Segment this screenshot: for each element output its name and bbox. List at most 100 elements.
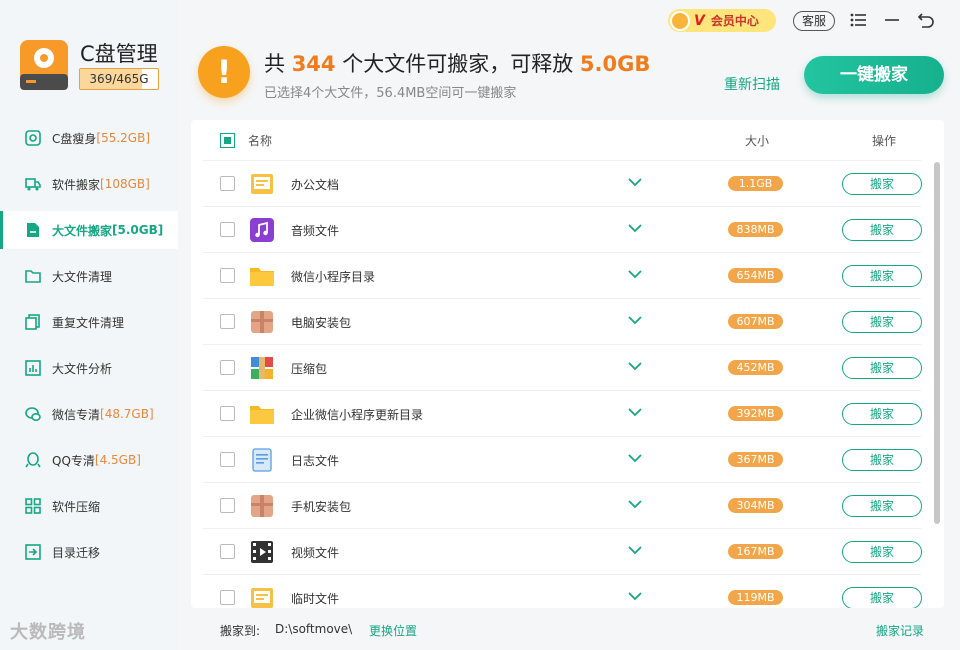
- file-name: 微信小程序目录: [291, 270, 376, 284]
- chevron-down-icon[interactable]: [627, 590, 643, 602]
- move-record-link[interactable]: 搬家记录: [876, 622, 924, 639]
- move-button[interactable]: 搬家: [842, 173, 922, 195]
- sidebar-item-8[interactable]: 软件压缩: [0, 487, 178, 525]
- folder-icon: [250, 406, 274, 424]
- size-badge: 607MB: [728, 314, 783, 329]
- back-icon[interactable]: [916, 10, 936, 30]
- row-checkbox[interactable]: [220, 314, 235, 329]
- size-badge: 654MB: [728, 268, 783, 283]
- sidebar-item-label: 软件压缩: [52, 499, 101, 514]
- document-folder-icon: [251, 174, 273, 194]
- release-size: 5.0GB: [579, 52, 651, 76]
- scrollbar[interactable]: [934, 162, 940, 524]
- sidebar-item-label: 微信专清: [52, 407, 101, 422]
- size-badge: 119MB: [728, 590, 783, 605]
- move-button[interactable]: 搬家: [842, 541, 922, 563]
- row-checkbox[interactable]: [220, 452, 235, 467]
- menu-icon[interactable]: [849, 10, 869, 30]
- file-name: 音频文件: [291, 224, 340, 238]
- log-icon: [252, 448, 272, 472]
- row-checkbox[interactable]: [220, 590, 235, 605]
- col-header-action: 操作: [872, 134, 897, 148]
- move-button[interactable]: 搬家: [842, 403, 922, 425]
- move-button[interactable]: 搬家: [842, 265, 922, 287]
- file-move-icon: [27, 223, 39, 237]
- one-click-move-button[interactable]: 一键搬家: [804, 56, 944, 94]
- truck-icon: [25, 178, 41, 191]
- chevron-down-icon[interactable]: [627, 176, 643, 188]
- sidebar-item-label: C盘瘦身: [52, 131, 97, 146]
- sidebar-item-1[interactable]: 软件搬家 [108GB]: [0, 165, 178, 203]
- move-button[interactable]: 搬家: [842, 357, 922, 379]
- sidebar-item-5[interactable]: 大文件分析: [0, 349, 178, 387]
- chevron-down-icon[interactable]: [627, 544, 643, 556]
- select-all-checkbox[interactable]: [220, 133, 235, 148]
- move-button[interactable]: 搬家: [842, 449, 922, 471]
- row-checkbox[interactable]: [220, 406, 235, 421]
- app-title: C盘管理: [80, 42, 158, 66]
- file-table: 名称 大小 操作 办公文档 1.1GB 搬家 音频文件 838MB 搬家 微信小程序目录 65…: [191, 120, 944, 608]
- table-row: 音频文件 838MB 搬家: [203, 206, 922, 252]
- table-row: 办公文档 1.1GB 搬家: [203, 160, 922, 206]
- sidebar-item-label: 目录迁移: [52, 545, 101, 560]
- chevron-down-icon[interactable]: [627, 406, 643, 418]
- table-row: 临时文件 119MB 搬家: [203, 574, 922, 608]
- move-button[interactable]: 搬家: [842, 587, 922, 608]
- minimize-icon[interactable]: [882, 10, 902, 30]
- chevron-down-icon[interactable]: [627, 268, 643, 280]
- table-row: 企业微信小程序更新目录 392MB 搬家: [203, 390, 922, 436]
- move-button[interactable]: 搬家: [842, 219, 922, 241]
- service-button[interactable]: 客服: [793, 11, 835, 31]
- sidebar-item-3[interactable]: 大文件清理: [0, 257, 178, 295]
- sidebar-item-2[interactable]: 大文件搬家 [5.0GB]: [0, 211, 178, 249]
- sidebar-item-4[interactable]: 重复文件清理: [0, 303, 178, 341]
- migrate-icon: [25, 544, 41, 560]
- move-button[interactable]: 搬家: [842, 311, 922, 333]
- video-icon: [251, 541, 273, 563]
- disk-slim-icon: [25, 130, 41, 146]
- move-button[interactable]: 搬家: [842, 495, 922, 517]
- row-checkbox[interactable]: [220, 544, 235, 559]
- qq-icon: [25, 452, 41, 468]
- sidebar-item-0[interactable]: C盘瘦身 [55.2GB]: [0, 119, 178, 157]
- size-badge: 1.1GB: [728, 176, 783, 191]
- chevron-down-icon[interactable]: [627, 360, 643, 372]
- size-badge: 392MB: [728, 406, 783, 421]
- file-name: 日志文件: [291, 454, 340, 468]
- vip-center-button[interactable]: V 会员中心: [668, 9, 776, 32]
- col-header-size: 大小: [745, 134, 770, 148]
- chevron-down-icon[interactable]: [627, 498, 643, 510]
- size-badge: 367MB: [728, 452, 783, 467]
- rescan-link[interactable]: 重新扫描: [724, 74, 780, 94]
- file-name: 视频文件: [291, 546, 340, 560]
- document-folder-icon: [251, 588, 273, 608]
- selection-summary: 已选择4个大文件，56.4MB空间可一键搬家: [264, 86, 517, 101]
- chevron-down-icon[interactable]: [627, 314, 643, 326]
- sidebar-item-9[interactable]: 目录迁移: [0, 533, 178, 571]
- chart-icon: [25, 360, 41, 376]
- wechat-icon: [25, 407, 41, 422]
- change-location-link[interactable]: 更换位置: [369, 622, 417, 639]
- file-name: 手机安装包: [291, 500, 352, 514]
- chevron-down-icon[interactable]: [627, 452, 643, 464]
- table-row: 视频文件 167MB 搬家: [203, 528, 922, 574]
- row-checkbox[interactable]: [220, 360, 235, 375]
- sidebar-item-6[interactable]: 微信专清 [48.7GB]: [0, 395, 178, 433]
- table-row: 压缩包 452MB 搬家: [203, 344, 922, 390]
- package-icon: [251, 495, 273, 517]
- disk-usage-text: 369/465G: [89, 72, 149, 86]
- warning-icon: [198, 46, 250, 98]
- row-checkbox[interactable]: [220, 268, 235, 283]
- row-checkbox[interactable]: [220, 176, 235, 191]
- sidebar-item-label: QQ专清: [52, 453, 95, 468]
- chevron-down-icon[interactable]: [627, 222, 643, 234]
- table-row: 日志文件 367MB 搬家: [203, 436, 922, 482]
- sidebar-item-7[interactable]: QQ专清 [4.5GB]: [0, 441, 178, 479]
- size-badge: 838MB: [728, 222, 783, 237]
- size-badge: 304MB: [728, 498, 783, 513]
- archive-icon: [251, 357, 273, 379]
- grid-icon: [25, 498, 41, 514]
- row-checkbox[interactable]: [220, 498, 235, 513]
- row-checkbox[interactable]: [220, 222, 235, 237]
- move-to-path: D:\softmove\: [275, 622, 353, 636]
